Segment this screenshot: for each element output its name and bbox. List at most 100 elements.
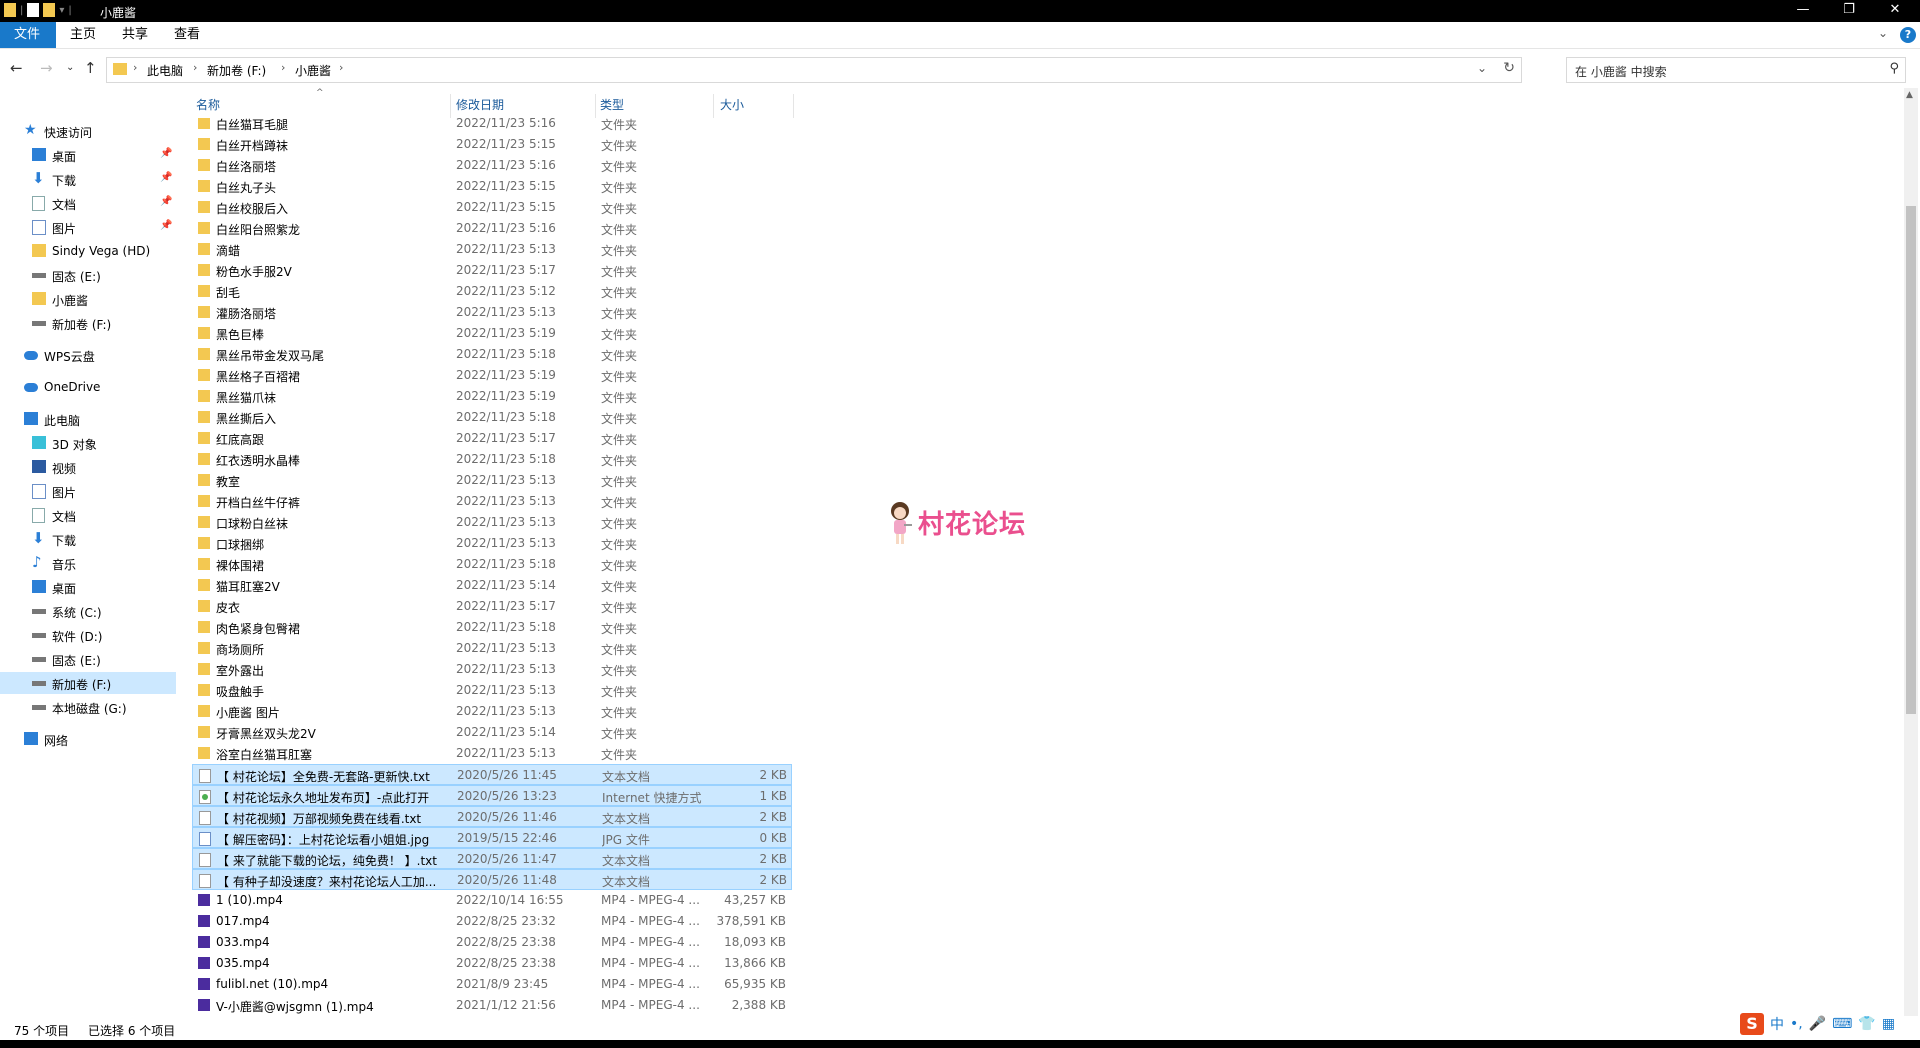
- toolbox-icon[interactable]: ▦: [1882, 1016, 1895, 1032]
- ime-mode-indicator[interactable]: 中: [1770, 1014, 1784, 1034]
- properties-icon[interactable]: [27, 3, 40, 17]
- column-header-size[interactable]: 大小: [720, 96, 744, 118]
- file-row[interactable]: 黑丝吊带金发双马尾 2022/11/23 5:18 文件夹: [192, 344, 792, 365]
- sidebar-item[interactable]: ⬇ 下载: [0, 528, 176, 550]
- file-row[interactable]: 033.mp4 2022/8/25 23:38 MP4 - MPEG-4 ... 18…: [192, 932, 792, 953]
- column-divider[interactable]: [450, 94, 451, 118]
- breadcrumb-drive-f[interactable]: 新加卷 (F:): [207, 62, 266, 79]
- skin-icon[interactable]: 👕: [1858, 1016, 1875, 1032]
- file-row[interactable]: 口球捆绑 2022/11/23 5:13 文件夹: [192, 533, 792, 554]
- tab-home[interactable]: 主页: [56, 22, 110, 48]
- file-row[interactable]: 黑色巨棒 2022/11/23 5:19 文件夹: [192, 323, 792, 344]
- minimize-button[interactable]: —: [1780, 0, 1826, 22]
- file-row[interactable]: 白丝校服后入 2022/11/23 5:15 文件夹: [192, 197, 792, 218]
- file-row[interactable]: 教室 2022/11/23 5:13 文件夹: [192, 470, 792, 491]
- file-row[interactable]: 灌肠洛丽塔 2022/11/23 5:13 文件夹: [192, 302, 792, 323]
- sidebar-item[interactable]: 文档: [0, 504, 176, 526]
- column-header-date[interactable]: 修改日期: [456, 96, 504, 118]
- file-row[interactable]: 红衣透明水晶棒 2022/11/23 5:18 文件夹: [192, 449, 792, 470]
- file-row[interactable]: 黑丝猫爪袜 2022/11/23 5:19 文件夹: [192, 386, 792, 407]
- sidebar-item[interactable]: 3D 对象: [0, 432, 176, 454]
- file-row[interactable]: 室外露出 2022/11/23 5:13 文件夹: [192, 659, 792, 680]
- tab-file[interactable]: 文件: [0, 22, 56, 48]
- refresh-icon[interactable]: ↻: [1503, 60, 1515, 76]
- sidebar-item[interactable]: OneDrive: [0, 376, 176, 398]
- file-row[interactable]: 【 村花论坛】全免费-无套路-更新快.txt 2020/5/26 11:45 文本文…: [192, 764, 792, 785]
- expand-ribbon-icon[interactable]: ⌄: [1878, 26, 1888, 40]
- file-row[interactable]: 白丝丸子头 2022/11/23 5:15 文件夹: [192, 176, 792, 197]
- customize-toolbar-icon[interactable]: ▾: [59, 5, 64, 16]
- column-divider[interactable]: [595, 94, 596, 118]
- file-row[interactable]: 粉色水手服2V 2022/11/23 5:17 文件夹: [192, 260, 792, 281]
- column-divider[interactable]: [713, 94, 714, 118]
- file-row[interactable]: 开档白丝牛仔裤 2022/11/23 5:13 文件夹: [192, 491, 792, 512]
- sidebar-item[interactable]: 图片 📌: [0, 216, 176, 238]
- sidebar-item[interactable]: 视频: [0, 456, 176, 478]
- file-row[interactable]: 吸盘触手 2022/11/23 5:13 文件夹: [192, 680, 792, 701]
- file-row[interactable]: V-小鹿酱@wjsgmn (1).mp4 2021/1/12 21:56 MP4 -…: [192, 995, 792, 1016]
- file-row[interactable]: 裸体围裙 2022/11/23 5:18 文件夹: [192, 554, 792, 575]
- file-row[interactable]: 【 村花视频】万部视频免费在线看.txt 2020/5/26 11:46 文本文档 2…: [192, 806, 792, 827]
- file-row[interactable]: 牙膏黑丝双头龙2V 2022/11/23 5:14 文件夹: [192, 722, 792, 743]
- file-row[interactable]: 猫耳肛塞2V 2022/11/23 5:14 文件夹: [192, 575, 792, 596]
- sidebar-item[interactable]: 本地磁盘 (G:): [0, 696, 176, 718]
- search-icon[interactable]: ⚲: [1889, 61, 1899, 76]
- new-folder-icon[interactable]: [43, 3, 56, 17]
- column-header-name[interactable]: 名称: [196, 96, 220, 118]
- file-row[interactable]: 黑丝格子百褶裙 2022/11/23 5:19 文件夹: [192, 365, 792, 386]
- file-row[interactable]: 【 村花论坛永久地址发布页】-点此打开 2020/5/26 13:23 Intern…: [192, 785, 792, 806]
- sidebar-item[interactable]: 小鹿酱: [0, 288, 176, 310]
- file-row[interactable]: 商场厕所 2022/11/23 5:13 文件夹: [192, 638, 792, 659]
- file-row[interactable]: 017.mp4 2022/8/25 23:32 MP4 - MPEG-4 ... 37…: [192, 911, 792, 932]
- sidebar-item[interactable]: ★ 快速访问: [0, 120, 176, 142]
- file-row[interactable]: 浴室白丝猫耳肛塞 2022/11/23 5:13 文件夹: [192, 743, 792, 764]
- sidebar-item[interactable]: 桌面 📌: [0, 144, 176, 166]
- sidebar-item[interactable]: 固态 (E:): [0, 648, 176, 670]
- file-row[interactable]: 肉色紧身包臀裙 2022/11/23 5:18 文件夹: [192, 617, 792, 638]
- file-row[interactable]: 白丝猫耳毛腿 2022/11/23 5:16 文件夹: [192, 118, 792, 134]
- file-row[interactable]: 黑丝撕后入 2022/11/23 5:18 文件夹: [192, 407, 792, 428]
- punctuation-icon[interactable]: •,: [1790, 1016, 1803, 1032]
- breadcrumb-this-pc[interactable]: 此电脑: [147, 62, 183, 79]
- file-row[interactable]: 035.mp4 2022/8/25 23:38 MP4 - MPEG-4 ... 13…: [192, 953, 792, 974]
- file-row[interactable]: 口球粉白丝袜 2022/11/23 5:13 文件夹: [192, 512, 792, 533]
- chevron-right-icon[interactable]: ›: [133, 61, 137, 74]
- scrollbar-thumb[interactable]: [1906, 206, 1916, 714]
- sidebar-item[interactable]: 此电脑: [0, 408, 176, 430]
- sidebar-item[interactable]: 新加卷 (F:): [0, 672, 176, 694]
- file-row[interactable]: 小鹿酱 图片 2022/11/23 5:13 文件夹: [192, 701, 792, 722]
- search-input[interactable]: 在 小鹿酱 中搜索: [1575, 63, 1667, 80]
- column-divider[interactable]: [793, 94, 794, 118]
- back-button[interactable]: ←: [10, 59, 23, 77]
- file-row[interactable]: 【 有种子却没速度？来村花论坛人工加... 2020/5/26 11:48 文本文档…: [192, 869, 792, 890]
- sidebar-item[interactable]: 桌面: [0, 576, 176, 598]
- sidebar-item[interactable]: 文档 📌: [0, 192, 176, 214]
- chevron-right-icon[interactable]: ›: [193, 61, 197, 74]
- column-header-type[interactable]: 类型: [600, 96, 624, 118]
- restore-button[interactable]: ❐: [1826, 0, 1872, 22]
- file-row[interactable]: 红底高跟 2022/11/23 5:17 文件夹: [192, 428, 792, 449]
- sidebar-item[interactable]: Sindy Vega (HD): [0, 240, 176, 262]
- sidebar-item[interactable]: 网络: [0, 728, 176, 750]
- chevron-right-icon[interactable]: ›: [281, 61, 285, 74]
- file-row[interactable]: 白丝阳台照紫龙 2022/11/23 5:16 文件夹: [192, 218, 792, 239]
- sidebar-item[interactable]: WPS云盘: [0, 344, 176, 366]
- vertical-scrollbar[interactable]: ▲: [1904, 88, 1918, 1016]
- tab-view[interactable]: 查看: [160, 22, 214, 48]
- sidebar-item[interactable]: ♪ 音乐: [0, 552, 176, 574]
- help-icon[interactable]: ?: [1900, 27, 1916, 43]
- address-dropdown-icon[interactable]: ⌄: [1477, 61, 1487, 75]
- file-row[interactable]: 1 (10).mp4 2022/10/14 16:55 MP4 - MPEG-4 .…: [192, 890, 792, 911]
- file-row[interactable]: 【 解压密码】：上村花论坛看小姐姐.jpg 2019/5/15 22:46 JPG …: [192, 827, 792, 848]
- file-row[interactable]: 刮毛 2022/11/23 5:12 文件夹: [192, 281, 792, 302]
- sidebar-item[interactable]: 图片: [0, 480, 176, 502]
- file-row[interactable]: fulibl.net (10).mp4 2021/8/9 23:45 MP4 - M…: [192, 974, 792, 995]
- file-row[interactable]: 【 来了就能下载的论坛，纯免费！ 】.txt 2020/5/26 11:47 文本文…: [192, 848, 792, 869]
- tab-share[interactable]: 共享: [108, 22, 162, 48]
- microphone-icon[interactable]: 🎤: [1809, 1016, 1826, 1032]
- file-row[interactable]: 滴蜡 2022/11/23 5:13 文件夹: [192, 239, 792, 260]
- forward-button[interactable]: →: [40, 59, 53, 77]
- sidebar-item[interactable]: 软件 (D:): [0, 624, 176, 646]
- sidebar-item[interactable]: 新加卷 (F:): [0, 312, 176, 334]
- sidebar-item[interactable]: ⬇ 下载 📌: [0, 168, 176, 190]
